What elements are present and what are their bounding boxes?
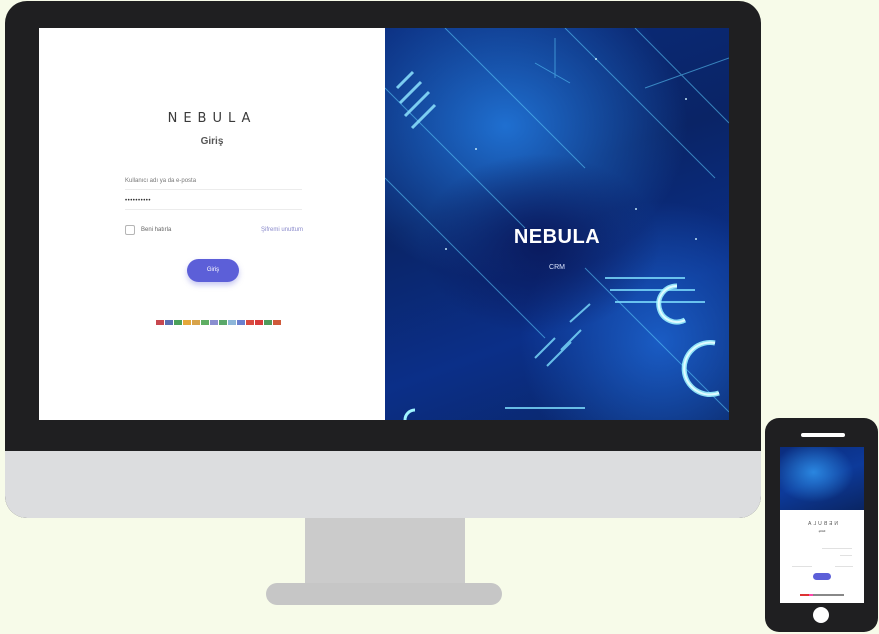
remember-label: Beni hatırla xyxy=(141,227,172,233)
forgot-password-link[interactable]: Şifremi unuttum xyxy=(261,227,303,233)
remember-checkbox[interactable] xyxy=(125,225,135,235)
phone-brand-logo: NEBULA xyxy=(806,521,839,527)
flag-es-icon[interactable] xyxy=(183,320,191,325)
phone-forgot-link xyxy=(792,566,812,567)
flag-ar-icon[interactable] xyxy=(228,320,236,325)
hero-panel: NEBULA CRM xyxy=(385,28,729,420)
flag-cn-icon[interactable] xyxy=(246,320,254,325)
phone-speaker xyxy=(801,433,845,437)
phone-remember-me xyxy=(835,566,853,567)
monitor-stand-neck xyxy=(305,518,465,586)
phone-hero-image xyxy=(780,447,864,510)
monitor-screen: NEBULA Giriş Kullanıcı adı ya da e-posta… xyxy=(39,28,729,420)
flag-us-icon[interactable] xyxy=(156,320,164,325)
login-button[interactable]: Giriş xyxy=(187,259,239,282)
page-title: Giriş xyxy=(200,136,224,147)
desktop-monitor: NEBULA Giriş Kullanıcı adı ya da e-posta… xyxy=(5,1,761,518)
phone-home-button xyxy=(813,607,829,623)
flag-gb-icon[interactable] xyxy=(165,320,173,325)
phone-username-field xyxy=(822,548,852,549)
flag-ie-icon[interactable] xyxy=(201,320,209,325)
flag-pt-icon[interactable] xyxy=(273,320,281,325)
flag-sa-icon[interactable] xyxy=(264,320,272,325)
monitor-chin xyxy=(5,451,761,518)
flag-br-icon[interactable] xyxy=(219,320,227,325)
language-selector xyxy=(156,320,281,325)
password-field[interactable]: •••••••••• xyxy=(125,193,302,210)
flag-tr-icon[interactable] xyxy=(255,320,263,325)
phone-login-button xyxy=(813,573,831,580)
flag-de-icon[interactable] xyxy=(192,320,200,325)
flag-it-icon[interactable] xyxy=(174,320,182,325)
flag-ru-icon[interactable] xyxy=(237,320,245,325)
phone-page-title: Giriş xyxy=(818,529,826,533)
flag-fr-icon[interactable] xyxy=(210,320,218,325)
phone-password-field xyxy=(840,555,852,556)
circuit-background-image xyxy=(385,28,729,420)
hero-subtitle: CRM xyxy=(549,264,565,271)
hero-brand-title: NEBULA xyxy=(513,226,601,248)
brand-logo: NEBULA xyxy=(167,111,257,126)
login-panel: NEBULA Giriş Kullanıcı adı ya da e-posta… xyxy=(39,28,385,420)
username-field[interactable]: Kullanıcı adı ya da e-posta xyxy=(125,173,302,190)
monitor-stand-base xyxy=(266,583,502,605)
remember-me[interactable]: Beni hatırla xyxy=(125,225,171,235)
mobile-phone: NEBULA Giriş xyxy=(765,418,878,632)
phone-screen: NEBULA Giriş xyxy=(780,447,864,603)
phone-language-selector xyxy=(800,594,844,596)
